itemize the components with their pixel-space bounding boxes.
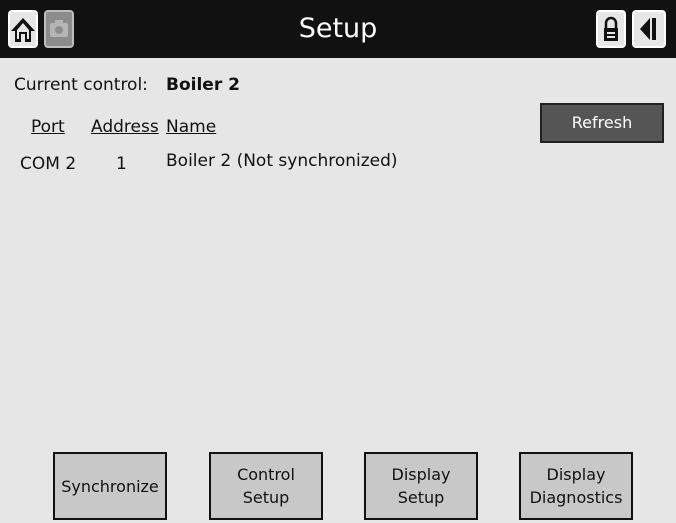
control-setup-button[interactable]: Control Setup [209, 452, 323, 520]
page-title: Setup [298, 13, 378, 44]
home-button[interactable] [8, 10, 38, 48]
cell-name: Boiler 2 (Not synchronized) [166, 151, 398, 171]
current-control-label: Current control: [14, 75, 148, 95]
column-header-address[interactable]: Address [91, 117, 159, 137]
current-control-value: Boiler 2 [166, 75, 240, 95]
lock-icon [604, 16, 618, 41]
title-bar: Setup [0, 0, 676, 58]
lock-button[interactable] [596, 10, 626, 48]
cell-port: COM 2 [20, 154, 77, 174]
column-header-name[interactable]: Name [166, 117, 216, 137]
camera-button[interactable] [44, 10, 74, 48]
column-header-port[interactable]: Port [31, 117, 65, 137]
display-diagnostics-button[interactable]: Display Diagnostics [519, 452, 633, 520]
back-arrow-icon [640, 18, 656, 40]
synchronize-button[interactable]: Synchronize [53, 452, 167, 520]
refresh-button[interactable]: Refresh [540, 103, 664, 143]
cell-address: 1 [116, 154, 127, 174]
home-icon [11, 18, 35, 42]
camera-icon [50, 20, 68, 37]
display-setup-button[interactable]: Display Setup [364, 452, 478, 520]
back-button[interactable] [632, 10, 666, 48]
